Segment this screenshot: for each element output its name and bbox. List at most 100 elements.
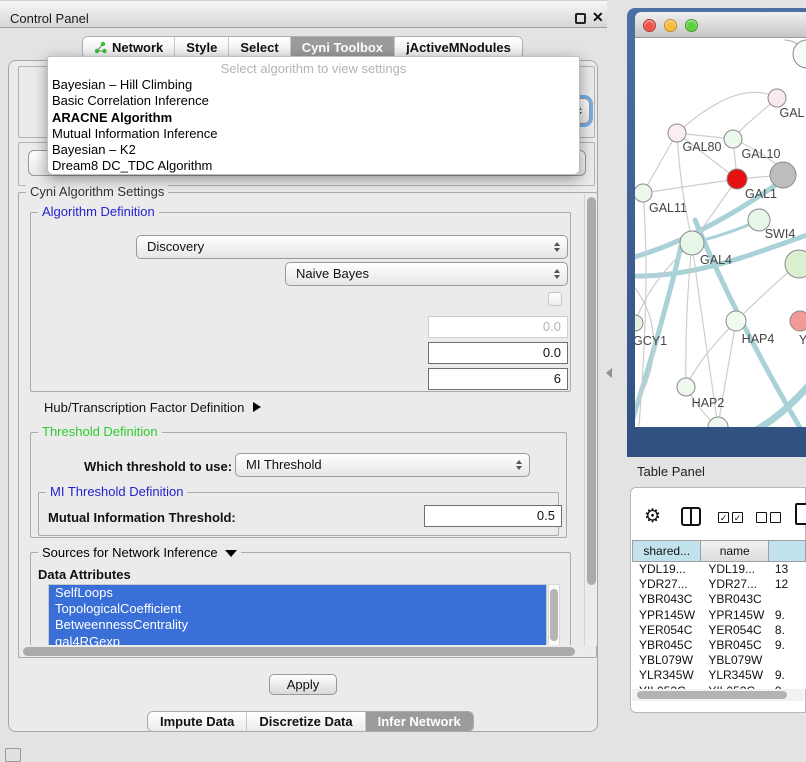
column-header-clipped[interactable] [769, 540, 806, 562]
panel-splitter-handle[interactable] [606, 368, 612, 378]
network-node[interactable] [680, 231, 704, 255]
settings-horizontal-scrollbar[interactable] [21, 645, 582, 657]
network-edge[interactable] [677, 92, 777, 133]
hub-definition-toggle[interactable]: Hub/Transcription Factor Definition [44, 400, 261, 415]
network-edge[interactable] [643, 179, 737, 193]
column-header-shared-name[interactable]: shared... [632, 540, 701, 562]
scrollbar-thumb[interactable] [550, 589, 558, 641]
table-cell[interactable]: YBR043C [701, 592, 769, 607]
network-node[interactable] [635, 184, 652, 202]
deselect-all-icon[interactable] [770, 512, 781, 523]
table-horizontal-scrollbar[interactable] [632, 689, 804, 701]
dpi-tolerance-field[interactable]: 0.0 [428, 342, 568, 364]
table-row[interactable]: YDL19...YDL19...13 [632, 562, 806, 577]
table-row[interactable]: YER054CYER054C8. [632, 623, 806, 638]
kernel-width-field[interactable]: 0.0 [428, 316, 568, 338]
table-cell[interactable]: YBL079W [632, 653, 701, 668]
network-node[interactable] [768, 89, 786, 107]
tab-select[interactable]: Select [229, 37, 290, 58]
network-canvas[interactable]: GALGAL80GAL10GAL1GAL11SWI4GAL4GCY1HAP4YH… [635, 38, 806, 427]
settings-vertical-scrollbar[interactable] [584, 194, 597, 646]
minimize-traffic-light-icon[interactable] [664, 19, 677, 32]
table-cell[interactable]: YBR043C [632, 592, 701, 607]
data-attributes-list[interactable]: SelfLoopsTopologicalCoefficientBetweenne… [48, 584, 547, 648]
network-node[interactable] [724, 130, 742, 148]
tab-infer-network[interactable]: Infer Network [366, 712, 473, 731]
zoom-traffic-light-icon[interactable] [685, 19, 698, 32]
network-node[interactable] [793, 40, 806, 68]
table-row[interactable]: YPR145WYPR145W9. [632, 608, 806, 623]
scrollbar-thumb[interactable] [587, 197, 596, 585]
table-cell[interactable]: YDR27... [632, 577, 701, 592]
tab-network[interactable]: Network [83, 37, 175, 58]
table-cell[interactable]: YER054C [632, 623, 701, 638]
select-all-checked-icon[interactable]: ✓ [718, 512, 729, 523]
aracne-mode-combobox[interactable]: Discovery [136, 235, 568, 259]
network-node[interactable] [708, 417, 728, 427]
algorithm-option[interactable]: Bayesian – Hill Climbing [48, 77, 579, 93]
table-cell[interactable]: 9. [769, 668, 806, 683]
attribute-list-item[interactable]: TopologicalCoefficient [49, 601, 546, 617]
table-row[interactable]: YBR043CYBR043C [632, 592, 806, 607]
table-row[interactable]: YBL079WYBL079W [632, 653, 806, 668]
gear-icon[interactable]: ⚙ [644, 505, 661, 528]
table-cell[interactable]: 12 [769, 577, 806, 592]
mi-steps-field[interactable]: 6 [428, 368, 568, 390]
tab-jactivemnodules[interactable]: jActiveMNodules [395, 37, 522, 58]
mi-type-combobox[interactable]: Naive Bayes [285, 262, 568, 286]
table-cell[interactable]: YBL079W [701, 653, 769, 668]
table-cell[interactable]: YPR145W [701, 608, 769, 623]
network-edge[interactable] [643, 133, 677, 193]
network-node[interactable] [785, 250, 806, 278]
table-row[interactable]: YLR345WYLR345W9. [632, 668, 806, 683]
table-cell[interactable] [769, 592, 806, 607]
split-columns-icon[interactable] [681, 507, 701, 526]
attribute-list-item[interactable]: SelfLoops [49, 585, 546, 601]
manual-kernel-checkbox[interactable] [548, 292, 562, 306]
table-cell[interactable] [769, 653, 806, 668]
table-cell[interactable]: 9. [769, 638, 806, 653]
collapsed-panel-button[interactable] [5, 748, 21, 762]
network-node[interactable] [635, 315, 643, 331]
network-node[interactable] [726, 311, 746, 331]
which-threshold-combobox[interactable]: MI Threshold [235, 453, 530, 477]
table-row[interactable]: YDR27...YDR27...12 [632, 577, 806, 592]
network-node[interactable] [727, 169, 747, 189]
table-cell[interactable]: YPR145W [632, 608, 701, 623]
table-cell[interactable]: YDL19... [632, 562, 701, 577]
table-cell[interactable]: YDR27... [701, 577, 769, 592]
table-cell[interactable]: 8. [769, 623, 806, 638]
attribute-list-item[interactable]: BetweennessCentrality [49, 617, 546, 633]
algorithm-option[interactable]: ARACNE Algorithm [48, 110, 579, 126]
network-node[interactable] [790, 311, 806, 331]
attributes-scrollbar[interactable] [548, 584, 560, 648]
select-all-checked-icon[interactable]: ✓ [732, 512, 743, 523]
sources-toggle[interactable]: Sources for Network Inference [38, 546, 241, 560]
close-icon[interactable]: ✕ [592, 9, 604, 26]
column-header-name[interactable]: name [701, 540, 769, 562]
network-node[interactable] [770, 162, 796, 188]
table-cell[interactable]: YDL19... [701, 562, 769, 577]
close-traffic-light-icon[interactable] [643, 19, 656, 32]
table-cell[interactable]: 9. [769, 608, 806, 623]
table-cell[interactable]: YER054C [701, 623, 769, 638]
network-window-titlebar[interactable] [635, 12, 806, 38]
algorithm-option[interactable]: Mutual Information Inference [48, 126, 579, 142]
mi-threshold-field[interactable]: 0.5 [424, 505, 562, 527]
table-cell[interactable]: YBR045C [632, 638, 701, 653]
table-cell[interactable]: YLR345W [701, 668, 769, 683]
algorithm-option[interactable]: Bayesian – K2 [48, 142, 579, 158]
network-edge[interactable] [686, 243, 692, 387]
float-window-icon[interactable] [575, 13, 586, 24]
tab-discretize-data[interactable]: Discretize Data [247, 712, 365, 731]
table-cell[interactable]: YLR345W [632, 668, 701, 683]
algorithm-option[interactable]: Dream8 DC_TDC Algorithm [48, 158, 579, 174]
document-icon[interactable] [795, 503, 806, 525]
deselect-all-icon[interactable] [756, 512, 767, 523]
tab-style[interactable]: Style [175, 37, 229, 58]
table-row[interactable]: YBR045CYBR045C9. [632, 638, 806, 653]
apply-button[interactable]: Apply [269, 674, 337, 695]
table-cell[interactable]: YBR045C [701, 638, 769, 653]
algorithm-option[interactable]: Basic Correlation Inference [48, 93, 579, 109]
scrollbar-thumb[interactable] [637, 691, 787, 699]
